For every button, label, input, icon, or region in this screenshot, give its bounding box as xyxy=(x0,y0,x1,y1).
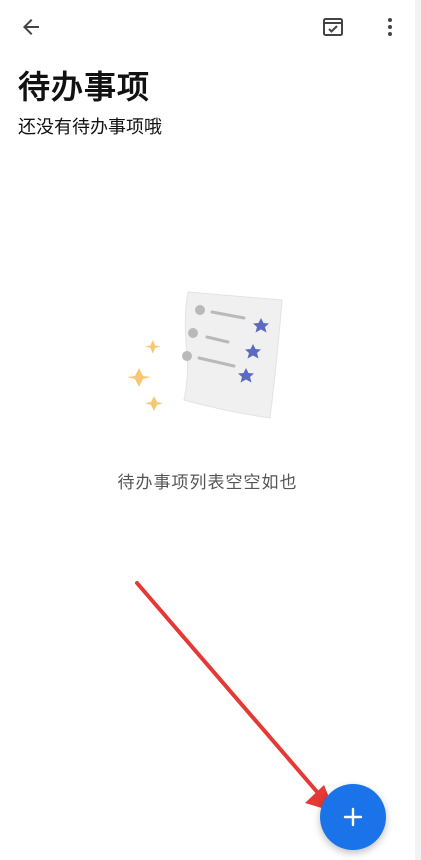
calendar-check-icon xyxy=(323,18,343,36)
plus-icon xyxy=(343,807,363,827)
back-button[interactable] xyxy=(11,7,51,47)
page-title: 待办事项 xyxy=(18,68,151,106)
more-vert-icon xyxy=(388,18,392,36)
empty-list-illustration xyxy=(120,272,300,432)
sparkle-icon xyxy=(127,340,163,411)
more-options-button[interactable] xyxy=(370,7,410,47)
right-edge xyxy=(415,0,421,860)
back-arrow-icon xyxy=(23,19,39,35)
page-subtitle: 还没有待办事项哦 xyxy=(18,117,162,138)
top-app-bar xyxy=(0,0,415,56)
add-task-button[interactable] xyxy=(320,784,386,850)
empty-state-message: 待办事项列表空空如也 xyxy=(117,473,298,493)
completed-tasks-button[interactable] xyxy=(313,7,353,47)
